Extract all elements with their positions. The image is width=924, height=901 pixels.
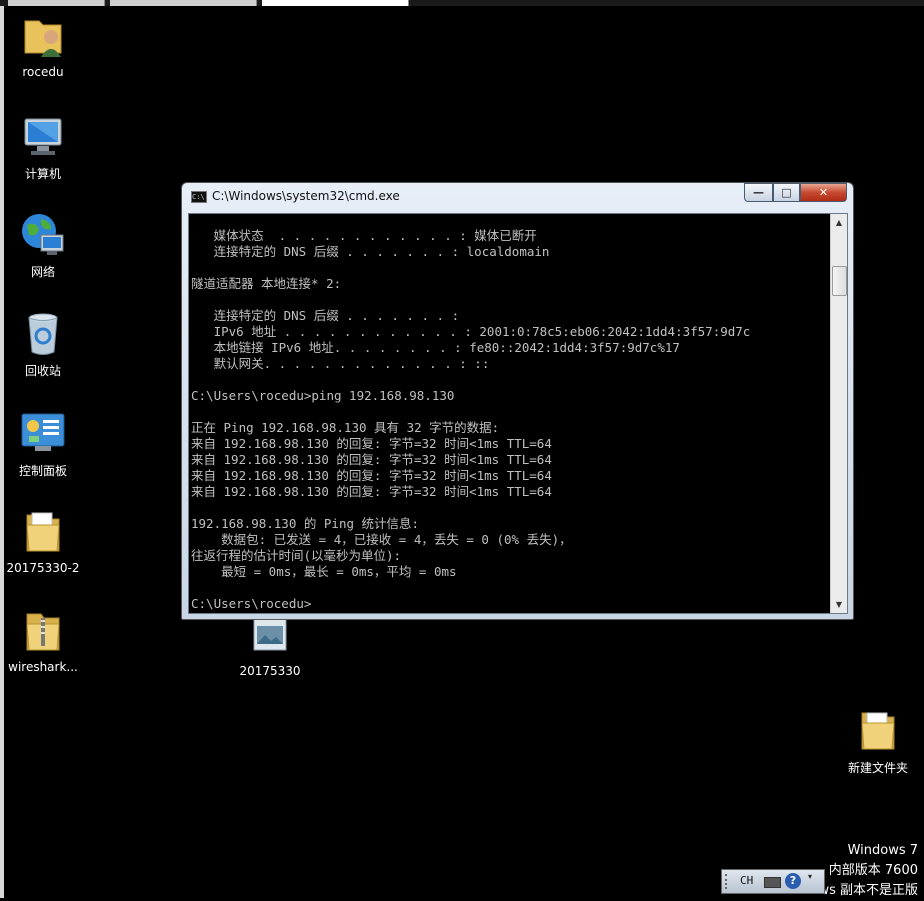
desktop-icon-new-folder[interactable]: 新建文件夹 — [836, 707, 920, 776]
desktop-icon-label: wireshark... — [8, 660, 78, 674]
desktop-icon-computer[interactable]: 计算机 — [1, 113, 85, 182]
maximize-button[interactable]: □ — [773, 183, 800, 202]
console-line: 来自 192.168.98.130 的回复: 字节=32 时间<1ms TTL=… — [191, 468, 552, 483]
console-line: 隧道适配器 本地连接* 2: — [191, 276, 342, 291]
console-line: 默认网关. . . . . . . . . . . . . : :: — [191, 356, 490, 371]
console-line: 最短 = 0ms，最长 = 0ms，平均 = 0ms — [191, 564, 457, 579]
minimize-icon: — — [753, 186, 764, 199]
cmd-app-icon[interactable]: C:\ — [191, 191, 207, 203]
network-icon — [19, 211, 67, 259]
os-watermark: Windows 7 内部版本 7600 ows 副本不是正版 — [811, 841, 919, 901]
close-button[interactable]: ✕ — [800, 183, 847, 202]
console-line: 来自 192.168.98.130 的回复: 字节=32 时间<1ms TTL=… — [191, 452, 552, 467]
desktop-icon-label: 计算机 — [24, 167, 61, 181]
folder-icon — [19, 509, 67, 557]
console-line: IPv6 地址 . . . . . . . . . . . . : 2001:0… — [191, 324, 751, 339]
desktop-icon-label: 控制面板 — [18, 464, 67, 478]
desktop-icon-rocedu[interactable]: rocedu — [1, 13, 85, 79]
console-line: 本地链接 IPv6 地址. . . . . . . . : fe80::2042… — [191, 340, 680, 355]
maximize-icon: □ — [781, 186, 792, 199]
host-tab-3[interactable] — [262, 0, 409, 6]
desktop-icon-20175330-2[interactable]: 20175330-2 — [1, 509, 85, 575]
console-line: 来自 192.168.98.130 的回复: 字节=32 时间<1ms TTL=… — [191, 484, 552, 499]
scrollbar-thumb[interactable] — [832, 266, 847, 296]
recycle-bin-icon — [19, 310, 67, 358]
input-language[interactable]: CH — [740, 874, 753, 887]
scroll-up-icon[interactable]: ▲ — [831, 214, 847, 231]
close-icon: ✕ — [818, 186, 829, 199]
console-line: 媒体状态 . . . . . . . . . . . . : 媒体已断开 — [191, 228, 537, 243]
desktop-icon-label: 新建文件夹 — [847, 761, 908, 775]
desktop-icon-20175330[interactable]: 20175330 — [228, 612, 312, 678]
host-tab-strip — [0, 0, 924, 6]
desktop-icon-recycle-bin[interactable]: 回收站 — [1, 310, 85, 379]
drag-handle[interactable] — [725, 874, 733, 889]
watermark-line-1: Windows 7 — [847, 843, 918, 858]
user-folder-icon — [19, 13, 67, 61]
console-output[interactable]: 媒体状态 . . . . . . . . . . . . : 媒体已断开 连接特… — [191, 214, 827, 613]
control-panel-icon — [19, 410, 67, 458]
desktop-icon-label: rocedu — [22, 65, 64, 79]
console-line: 往返行程的估计时间(以毫秒为单位): — [191, 548, 402, 563]
desktop-icon-label: 20175330 — [239, 664, 301, 678]
cmd-titlebar[interactable]: C:\ C:\Windows\system32\cmd.exe — □ ✕ — [182, 183, 853, 211]
keyboard-icon[interactable] — [764, 877, 781, 888]
desktop-icon-label: 网络 — [30, 265, 55, 279]
scroll-down-icon[interactable]: ▼ — [831, 596, 847, 613]
language-bar[interactable]: CH ? ▾ — [721, 869, 825, 894]
console-line: 192.168.98.130 的 Ping 统计信息: — [191, 516, 420, 531]
console-line: 正在 Ping 192.168.98.130 具有 32 字节的数据: — [191, 420, 500, 435]
desktop-icon-network[interactable]: 网络 — [1, 211, 85, 280]
help-icon[interactable]: ? — [785, 873, 801, 889]
console-line: 连接特定的 DNS 后缀 . . . . . . . : localdomain — [191, 244, 550, 259]
host-tab-2[interactable] — [110, 0, 257, 6]
desktop-icon-label: 回收站 — [24, 364, 61, 378]
console-line: 数据包: 已发送 = 4，已接收 = 4，丢失 = 0 (0% 丢失)， — [191, 532, 572, 547]
console-area[interactable]: 媒体状态 . . . . . . . . . . . . : 媒体已断开 连接特… — [188, 213, 848, 614]
zip-folder-icon — [19, 608, 67, 656]
console-line: 来自 192.168.98.130 的回复: 字节=32 时间<1ms TTL=… — [191, 436, 552, 451]
watermark-line-2: 内部版本 7600 — [828, 863, 918, 878]
minimize-button[interactable]: — — [744, 183, 773, 202]
console-line: C:\Users\rocedu>ping 192.168.98.130 — [191, 388, 455, 403]
desktop-icon-wireshark[interactable]: wireshark... — [1, 608, 85, 674]
watermark-line-3: ows 副本不是正版 — [810, 883, 919, 898]
desktop-icon-label: 20175330-2 — [6, 561, 80, 575]
computer-icon — [19, 113, 67, 161]
vertical-scrollbar[interactable]: ▲ ▼ — [830, 214, 847, 613]
console-line: 连接特定的 DNS 后缀 . . . . . . . : — [191, 308, 460, 323]
console-line: C:\Users\rocedu> — [191, 596, 312, 611]
host-tab-1[interactable] — [8, 0, 105, 6]
window-title: C:\Windows\system32\cmd.exe — [212, 189, 400, 203]
folder-icon — [854, 707, 902, 755]
cmd-window[interactable]: C:\ C:\Windows\system32\cmd.exe — □ ✕ 媒体… — [181, 182, 854, 620]
desktop-icon-control-panel[interactable]: 控制面板 — [1, 410, 85, 479]
options-chevron-icon[interactable]: ▾ — [808, 872, 812, 881]
